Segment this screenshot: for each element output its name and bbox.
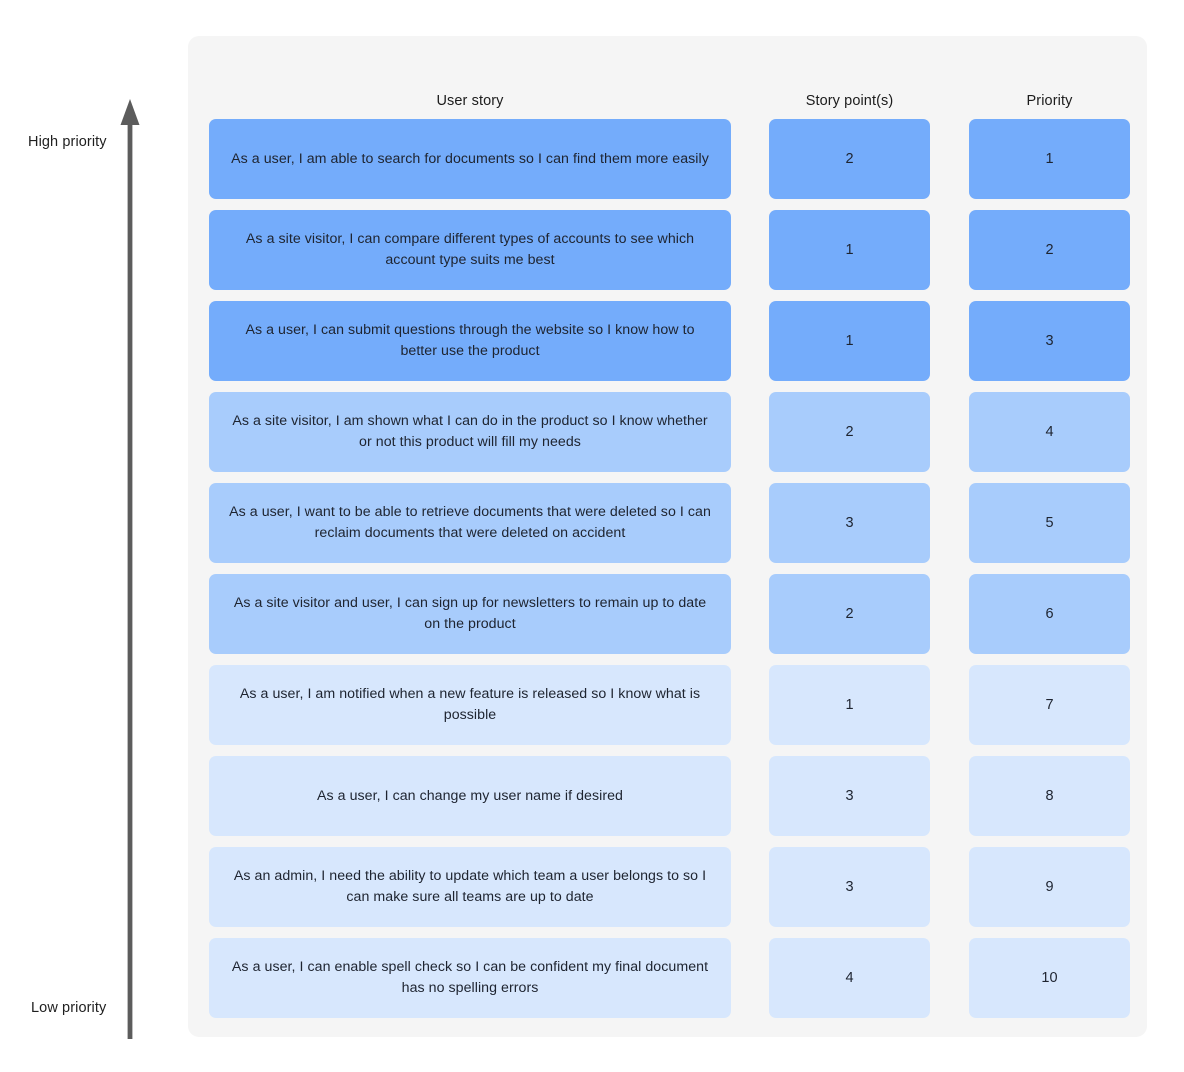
user-story-text: As a user, I can submit questions throug… bbox=[245, 322, 695, 359]
user-story-card[interactable]: As a user, I am able to search for docum… bbox=[209, 119, 731, 199]
priority-value: 4 bbox=[1045, 424, 1054, 440]
priority-value: 1 bbox=[1045, 151, 1054, 167]
table-row: As a user, I want to be able to retrieve… bbox=[188, 483, 1147, 563]
table-row: As a user, I am able to search for docum… bbox=[188, 119, 1147, 199]
priority-value: 6 bbox=[1045, 606, 1054, 622]
story-points-card[interactable]: 3 bbox=[769, 756, 930, 836]
user-story-card[interactable]: As a site visitor, I am shown what I can… bbox=[209, 392, 731, 472]
priority-card[interactable]: 3 bbox=[969, 301, 1130, 381]
user-story-text: As a user, I am notified when a new feat… bbox=[239, 686, 701, 723]
user-story-card[interactable]: As a user, I can change my user name if … bbox=[209, 756, 731, 836]
priority-value: 3 bbox=[1045, 333, 1054, 349]
user-story-text: As an admin, I need the ability to updat… bbox=[233, 868, 707, 905]
story-points-value: 2 bbox=[845, 151, 854, 167]
user-story-text: As a user, I can enable spell check so I… bbox=[231, 959, 709, 996]
priority-card[interactable]: 8 bbox=[969, 756, 1130, 836]
priority-value: 9 bbox=[1045, 879, 1054, 895]
user-story-card[interactable]: As a user, I can enable spell check so I… bbox=[209, 938, 731, 1018]
user-story-text: As a user, I can change my user name if … bbox=[317, 787, 623, 804]
story-points-card[interactable]: 2 bbox=[769, 119, 930, 199]
story-points-value: 3 bbox=[845, 788, 854, 804]
table-row: As a site visitor, I can compare differe… bbox=[188, 210, 1147, 290]
story-points-value: 4 bbox=[845, 970, 854, 986]
story-points-card[interactable]: 3 bbox=[769, 483, 930, 563]
story-points-card[interactable]: 3 bbox=[769, 847, 930, 927]
story-points-card[interactable]: 2 bbox=[769, 392, 930, 472]
table-row: As a user, I can enable spell check so I… bbox=[188, 938, 1147, 1018]
story-points-card[interactable]: 1 bbox=[769, 301, 930, 381]
table-row: As an admin, I need the ability to updat… bbox=[188, 847, 1147, 927]
user-story-card[interactable]: As a user, I am notified when a new feat… bbox=[209, 665, 731, 745]
priority-value: 2 bbox=[1045, 242, 1054, 258]
user-story-card[interactable]: As a user, I want to be able to retrieve… bbox=[209, 483, 731, 563]
story-points-value: 1 bbox=[845, 333, 854, 349]
user-story-card[interactable]: As a site visitor, I can compare differe… bbox=[209, 210, 731, 290]
priority-card[interactable]: 6 bbox=[969, 574, 1130, 654]
user-story-card[interactable]: As an admin, I need the ability to updat… bbox=[209, 847, 731, 927]
table-row: As a user, I am notified when a new feat… bbox=[188, 665, 1147, 745]
table-row: As a user, I can submit questions throug… bbox=[188, 301, 1147, 381]
column-header-story-points: Story point(s) bbox=[805, 93, 894, 109]
story-points-value: 3 bbox=[845, 879, 854, 895]
column-header-user-story: User story bbox=[436, 93, 504, 109]
column-header-priority: Priority bbox=[1026, 93, 1073, 109]
user-story-card[interactable]: As a user, I can submit questions throug… bbox=[209, 301, 731, 381]
priority-card[interactable]: 7 bbox=[969, 665, 1130, 745]
user-story-text: As a site visitor, I can compare differe… bbox=[245, 231, 695, 268]
priority-value: 7 bbox=[1045, 697, 1054, 713]
story-points-value: 1 bbox=[845, 697, 854, 713]
priority-card[interactable]: 1 bbox=[969, 119, 1130, 199]
priority-card[interactable]: 2 bbox=[969, 210, 1130, 290]
user-story-text: As a site visitor and user, I can sign u… bbox=[233, 595, 707, 632]
story-points-value: 1 bbox=[845, 242, 854, 258]
story-points-value: 2 bbox=[845, 424, 854, 440]
table-row: As a site visitor and user, I can sign u… bbox=[188, 574, 1147, 654]
story-points-card[interactable]: 2 bbox=[769, 574, 930, 654]
priority-value: 8 bbox=[1045, 788, 1054, 804]
story-points-value: 3 bbox=[845, 515, 854, 531]
story-points-value: 2 bbox=[845, 606, 854, 622]
user-story-text: As a site visitor, I am shown what I can… bbox=[232, 413, 708, 450]
story-points-card[interactable]: 1 bbox=[769, 210, 930, 290]
story-points-card[interactable]: 1 bbox=[769, 665, 930, 745]
table-row: As a site visitor, I am shown what I can… bbox=[188, 392, 1147, 472]
user-story-card[interactable]: As a site visitor and user, I can sign u… bbox=[209, 574, 731, 654]
priority-card[interactable]: 4 bbox=[969, 392, 1130, 472]
priority-value: 5 bbox=[1045, 515, 1054, 531]
user-story-text: As a user, I want to be able to retrieve… bbox=[229, 504, 711, 541]
user-story-rows: As a user, I am able to search for docum… bbox=[188, 119, 1147, 1029]
axis-label-low-priority: Low priority bbox=[31, 1000, 107, 1016]
priority-card[interactable]: 9 bbox=[969, 847, 1130, 927]
axis-label-high-priority: High priority bbox=[28, 134, 107, 150]
priority-value: 10 bbox=[1041, 970, 1058, 986]
user-story-board-panel: User story Story point(s) Priority As a … bbox=[188, 36, 1147, 1037]
priority-card[interactable]: 10 bbox=[969, 938, 1130, 1018]
priority-axis: High priority Low priority bbox=[0, 0, 188, 1072]
story-points-card[interactable]: 4 bbox=[769, 938, 930, 1018]
priority-card[interactable]: 5 bbox=[969, 483, 1130, 563]
up-arrow-icon bbox=[120, 99, 140, 1039]
user-story-text: As a user, I am able to search for docum… bbox=[231, 150, 709, 167]
table-row: As a user, I can change my user name if … bbox=[188, 756, 1147, 836]
